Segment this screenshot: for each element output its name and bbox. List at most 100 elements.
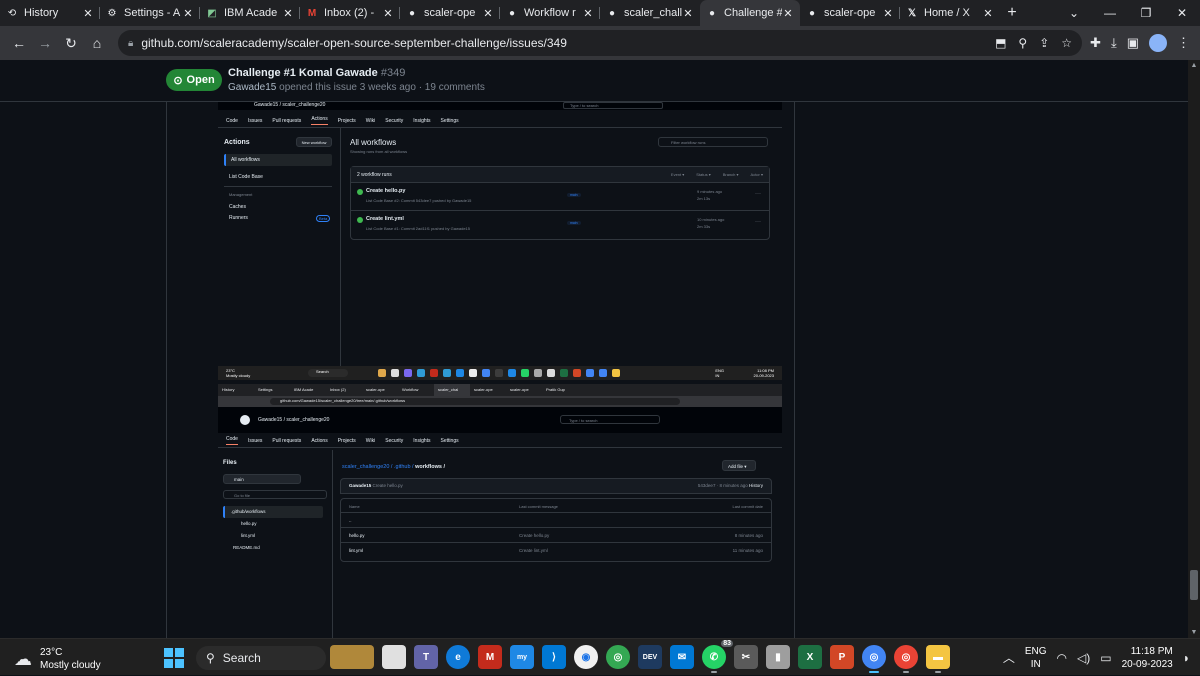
shot2-goto-file: Go to file (223, 490, 327, 499)
file-icon[interactable] (382, 645, 406, 669)
page-scrollbar[interactable]: ▲ ▼ (1188, 60, 1200, 638)
minimize-button[interactable]: — (1092, 0, 1128, 26)
bookmark-star-icon[interactable]: ☆ (1061, 36, 1072, 50)
app-icon (534, 369, 542, 377)
chrome-icon[interactable]: ◎ (606, 645, 630, 669)
tab-x[interactable]: 𝕏 Home / X ✕ (900, 0, 1000, 26)
profile-avatar[interactable] (1149, 34, 1167, 52)
battery-icon[interactable]: ▭ (1100, 651, 1111, 665)
shot2-repo-name: Gawade15 / scaler_challenge20 (258, 417, 330, 423)
menu-icon[interactable]: ⋮ (1177, 35, 1190, 51)
forward-button[interactable]: → (32, 30, 58, 56)
tab-github-active[interactable]: ● Challenge # ✕ (700, 0, 800, 26)
shot2-history: History (748, 483, 763, 488)
chevron-up-icon[interactable]: ︿ (1003, 649, 1015, 666)
shot2-file-table: Name Last commit message Last commit dat… (340, 498, 772, 562)
windows-taskbar: ☁ 23°C Mostly cloudy ⚲ Search T e M my ⟩ ◉… (0, 638, 1200, 675)
close-icon[interactable]: ✕ (482, 7, 494, 20)
status-badge-label: Open (186, 74, 215, 86)
close-icon[interactable]: ✕ (582, 7, 594, 20)
close-icon[interactable]: ✕ (82, 7, 94, 20)
clock[interactable]: 11:18 PM 20-09-2023 (1122, 645, 1173, 671)
shot2-tab: Workflow (402, 387, 419, 392)
shot2-tab: History (222, 387, 235, 392)
start-button[interactable] (164, 648, 184, 668)
mcafee-icon[interactable]: M (478, 645, 502, 669)
app-icon[interactable]: ◉ (574, 645, 598, 669)
shot2-tree-folder: .github/workflows (223, 506, 323, 518)
scroll-down-icon[interactable]: ▼ (1188, 629, 1200, 636)
app-icon (482, 369, 490, 377)
sidepanel-icon[interactable]: ▣ (1127, 35, 1139, 51)
powerpoint-icon[interactable]: P (830, 645, 854, 669)
volume-icon[interactable]: ◁) (1077, 651, 1090, 665)
taskbar-search[interactable]: ⚲ Search (196, 646, 326, 670)
tab-github-2[interactable]: ● Workflow r ✕ (500, 0, 600, 26)
weather-desc: Mostly cloudy (40, 660, 101, 671)
tab-github-1[interactable]: ● scaler-ope ✕ (400, 0, 500, 26)
new-tab-button[interactable]: + (1000, 0, 1024, 26)
shot2-file-date: 11 minutes ago (732, 548, 763, 553)
vscode-icon[interactable]: ⟩ (542, 645, 566, 669)
address-bar[interactable]: 🔒︎ github.com/scaleracademy/scaler-open-… (118, 30, 1083, 56)
shot2-col-msg: Last commit message (519, 504, 558, 509)
chrome-icon[interactable]: ◎ (894, 645, 918, 673)
shot2-breadcrumb: scaler_challenge20 / .github / workflows… (342, 464, 445, 470)
restore-button[interactable]: ❐ (1128, 0, 1164, 26)
close-icon[interactable]: ✕ (682, 7, 694, 20)
tab-github-3[interactable]: ● scaler_chall ✕ (600, 0, 700, 26)
back-button[interactable]: ← (6, 30, 32, 56)
shot1-run-name: Create lint.yml (366, 216, 404, 222)
folder-icon[interactable]: ▬ (926, 645, 950, 673)
close-icon[interactable]: ✕ (382, 7, 394, 20)
tab-settings[interactable]: ⚙ Settings - A ✕ (100, 0, 200, 26)
divider (332, 450, 333, 638)
lock-icon[interactable]: 🔒︎ (128, 38, 133, 49)
download-icon[interactable]: ⤓ (1111, 35, 1117, 51)
snipping-icon[interactable]: ✂ (734, 645, 758, 669)
whatsapp-icon[interactable]: ✆ 83 (702, 640, 733, 673)
close-icon[interactable]: ✕ (882, 7, 894, 20)
mysql-icon[interactable]: my (510, 645, 534, 669)
extensions-icon[interactable]: ✚ (1090, 35, 1101, 51)
devcpp-icon[interactable]: DEV (638, 645, 662, 669)
reload-button[interactable]: ↻ (58, 30, 84, 56)
shot1-runs-header: 2 workflow runs Event ▾ Status ▾ Branch … (351, 167, 769, 183)
shot1-run-time: 9 minutes ago 2m 13s (697, 188, 722, 202)
chevron-down-icon[interactable]: ⌄ (1056, 0, 1092, 26)
tab-ibm[interactable]: ◩ IBM Acade ✕ (200, 0, 300, 26)
tab-github-5[interactable]: ● scaler-ope ✕ (800, 0, 900, 26)
shot1-nav-code: Code (226, 117, 238, 124)
edge-icon[interactable]: e (446, 645, 470, 669)
taskbar-search-label: Search (222, 651, 261, 665)
share-icon[interactable]: ⇪ (1039, 36, 1049, 50)
shot2-commit-author: Gawade15 (349, 483, 372, 488)
widget-thumbnail[interactable] (330, 645, 374, 669)
tab-gmail[interactable]: M Inbox (2) - ✕ (300, 0, 400, 26)
close-icon[interactable]: ✕ (282, 7, 294, 20)
notification-icon[interactable]: ◗ (1183, 651, 1190, 665)
home-button[interactable]: ⌂ (84, 30, 110, 56)
weather-widget[interactable]: ☁ 23°C Mostly cloudy (14, 646, 101, 672)
close-icon[interactable]: ✕ (982, 7, 994, 20)
install-icon[interactable]: ⬒ (995, 36, 1006, 50)
tab-history[interactable]: ⟲ History ✕ (0, 0, 100, 26)
zoom-icon[interactable]: ⚲ (1018, 36, 1027, 50)
close-icon[interactable]: ✕ (782, 7, 794, 20)
close-icon[interactable]: ✕ (182, 7, 194, 20)
shot2-tab: IBM Acade (294, 387, 314, 392)
scroll-up-icon[interactable]: ▲ (1188, 62, 1200, 69)
excel-icon[interactable]: X (798, 645, 822, 669)
teams-icon[interactable]: T (414, 645, 438, 669)
scrollbar-thumb[interactable] (1190, 570, 1198, 600)
issue-author[interactable]: Gawade15 (228, 82, 276, 93)
language-indicator[interactable]: ENG IN (1025, 645, 1047, 671)
chrome-icon[interactable]: ◎ (862, 645, 886, 673)
app-icon[interactable]: ▮ (766, 645, 790, 669)
shot2-nav-actions: Actions (311, 437, 328, 444)
mail-icon[interactable]: ✉ (670, 645, 694, 669)
close-window-button[interactable]: ✕ (1164, 0, 1200, 26)
wifi-icon[interactable]: ◠ (1057, 651, 1067, 665)
divider (166, 102, 167, 638)
url-text: github.com/scaleracademy/scaler-open-sou… (141, 36, 567, 50)
